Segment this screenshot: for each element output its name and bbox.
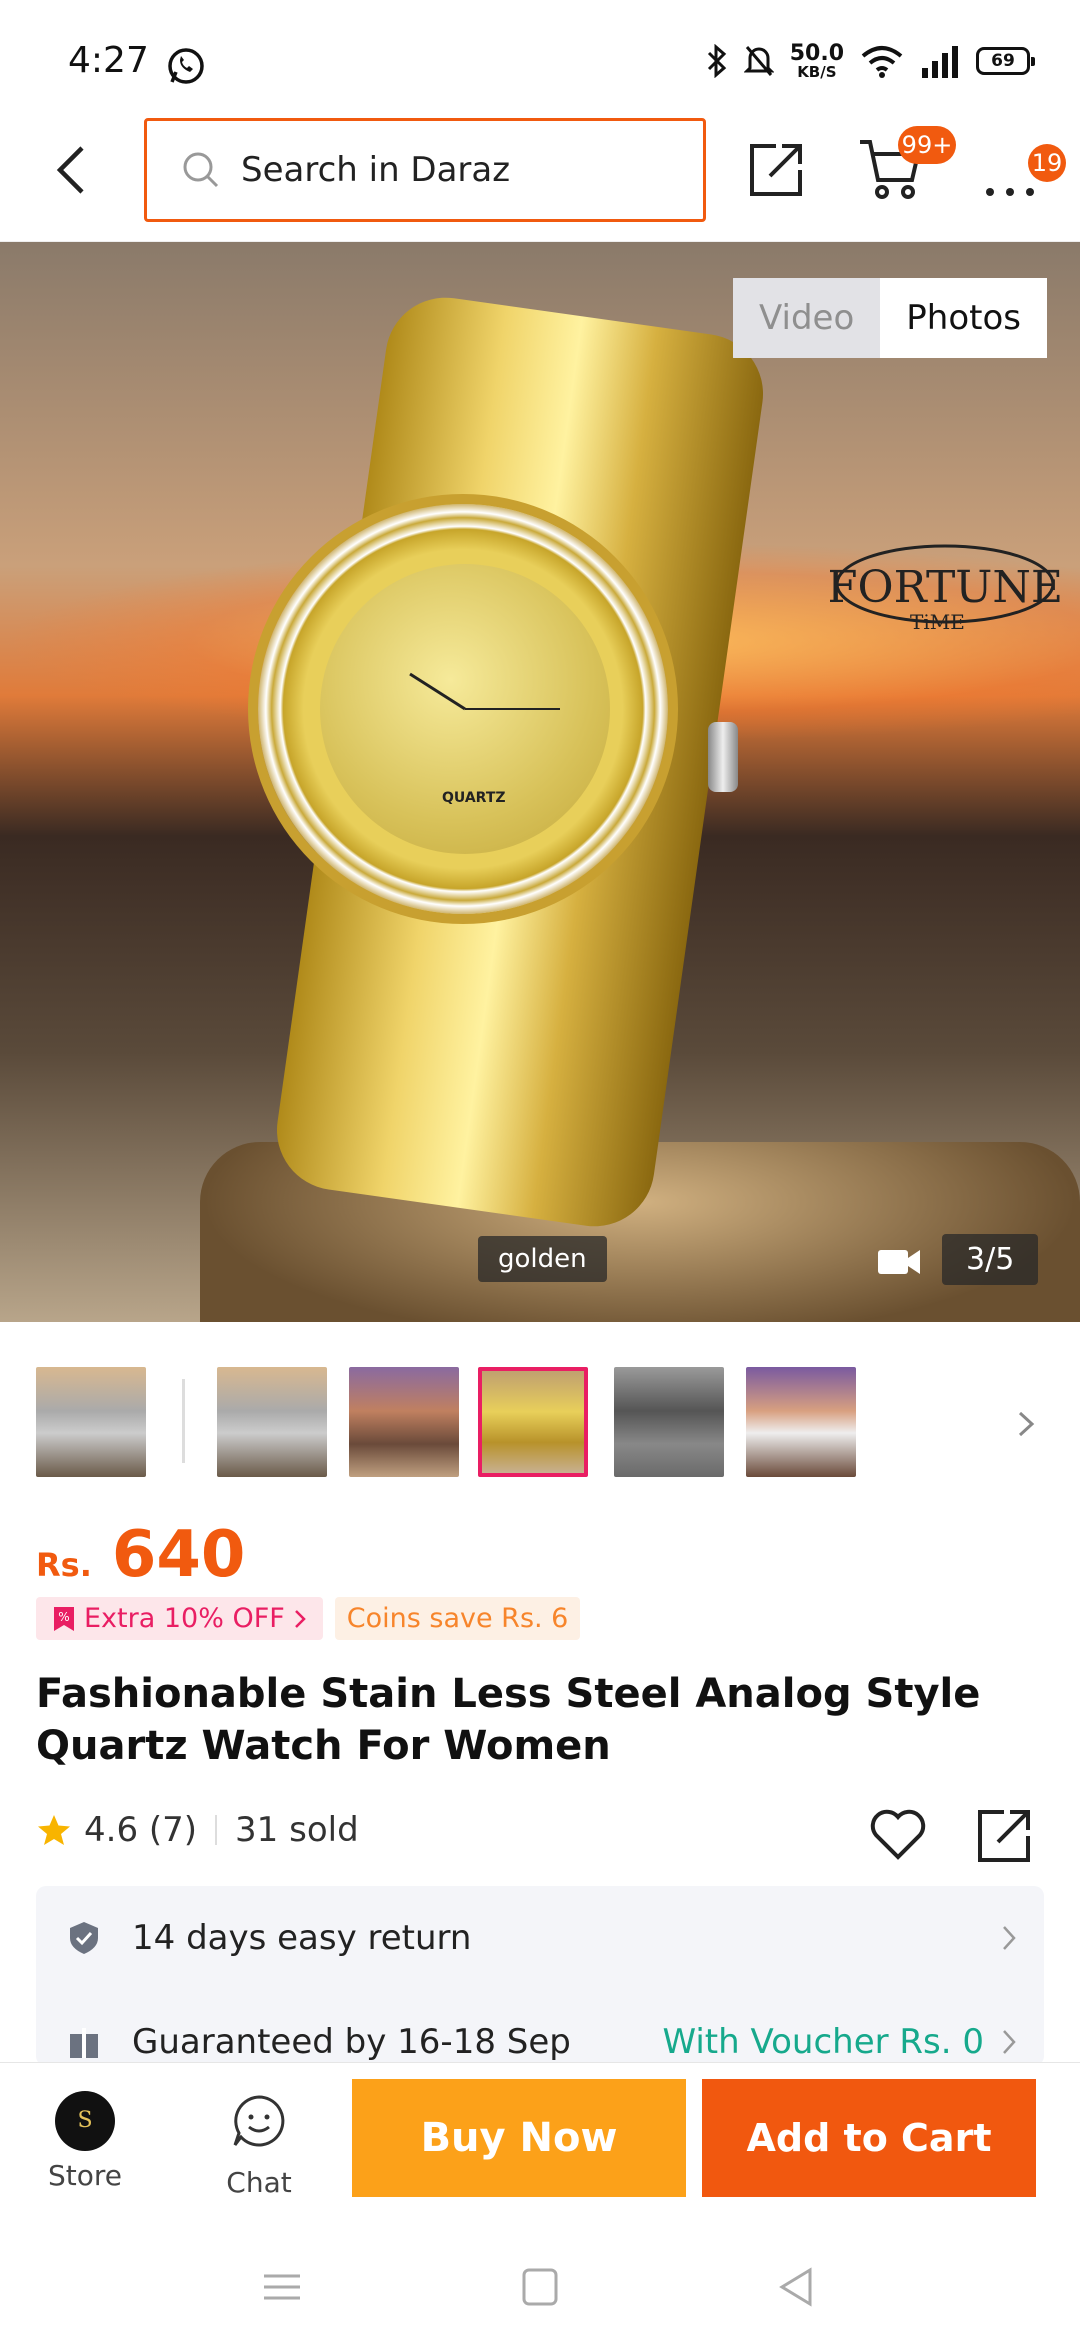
tab-video[interactable]: Video: [733, 278, 881, 358]
menu-icon[interactable]: [258, 2264, 306, 2310]
price-currency: Rs.: [36, 1546, 92, 1584]
video-camera-icon[interactable]: [876, 1246, 922, 1278]
wishlist-heart-icon[interactable]: [868, 1805, 928, 1861]
rating-value: 4.6 (7): [84, 1810, 198, 1850]
price: Rs. 640: [36, 1518, 245, 1592]
delivery-label: Guaranteed by 16-18 Sep: [132, 2022, 571, 2062]
svg-text:%: %: [58, 1610, 69, 1624]
thumbnail-golden[interactable]: [478, 1367, 588, 1477]
image-counter: 3/5: [942, 1234, 1039, 1285]
battery-icon: 69: [976, 47, 1035, 75]
share-icon[interactable]: [976, 1806, 1036, 1864]
shield-check-icon: [70, 1922, 98, 1954]
sold-count: 31 sold: [235, 1810, 359, 1850]
return-policy-row[interactable]: 14 days easy return: [36, 1886, 1044, 1990]
star-icon: [38, 1815, 70, 1845]
status-bar: 4:27 50.0 KB/S 69: [0, 0, 1080, 116]
rating-divider: [215, 1815, 218, 1845]
net-speed-value: 50.0: [789, 40, 844, 66]
variant-label: golden: [478, 1236, 607, 1282]
system-nav-bar: [0, 2234, 1080, 2340]
more-badge: 19: [1028, 144, 1066, 182]
thumbnail-black[interactable]: [614, 1367, 724, 1477]
back-arrow-icon[interactable]: [48, 140, 98, 200]
thumbnail-silver[interactable]: [36, 1367, 146, 1477]
signal-icon: [922, 46, 958, 78]
extra-discount-tag[interactable]: % Extra 10% OFF: [36, 1597, 323, 1640]
chat-label: Chat: [226, 2166, 292, 2199]
wifi-icon: [861, 46, 903, 78]
status-icons: 50.0 KB/S 69: [706, 36, 1035, 86]
rating-row[interactable]: 4.6 (7) 31 sold: [36, 1810, 359, 1850]
brand-logo-text: FORTUNE: [830, 562, 1060, 613]
status-time: 4:27: [68, 40, 149, 81]
delivery-row[interactable]: Guaranteed by 16-18 Sep With Voucher Rs.…: [36, 1990, 1044, 2066]
media-tabs: Video Photos: [733, 278, 1047, 358]
net-speed-unit: KB/S: [797, 62, 837, 81]
delivery-box-icon: [70, 2028, 98, 2058]
bottom-action-bar: S Store Chat Buy Now Add to Cart: [0, 2062, 1080, 2234]
store-label: Store: [47, 2159, 122, 2192]
tab-photos[interactable]: Photos: [880, 278, 1047, 358]
back-icon[interactable]: [772, 2264, 820, 2310]
thumbnail-rose[interactable]: [349, 1367, 459, 1477]
return-policy-label: 14 days easy return: [132, 1918, 472, 1958]
chevron-right-icon[interactable]: [1014, 1407, 1038, 1441]
store-button[interactable]: S Store: [20, 2091, 150, 2192]
cart-badge: 99+: [898, 126, 956, 164]
product-title: Fashionable Stain Less Steel Analog Styl…: [36, 1671, 981, 1769]
extra-discount-label: Extra 10% OFF: [84, 1603, 285, 1634]
top-bar: Search in Daraz 99+ 19: [0, 116, 1080, 242]
thumbnail-divider: [182, 1379, 185, 1463]
cart-button[interactable]: 99+: [858, 126, 956, 210]
buy-now-button[interactable]: Buy Now: [352, 2079, 686, 2197]
search-icon: [183, 152, 219, 188]
search-input[interactable]: Search in Daraz: [144, 118, 706, 222]
thumbnail-silver-2[interactable]: [217, 1367, 327, 1477]
brand-logo: FORTUNE TiME: [827, 504, 1063, 644]
watch-crown: [708, 722, 738, 792]
bluetooth-icon: [707, 44, 726, 78]
more-button[interactable]: 19: [982, 140, 1066, 200]
chevron-right-icon: [1003, 1926, 1016, 1950]
net-speed: 50.0 KB/S: [789, 40, 844, 81]
whatsapp-icon: [168, 48, 204, 84]
home-icon[interactable]: [516, 2264, 564, 2310]
mute-icon: [743, 46, 774, 76]
chat-icon: [233, 2095, 285, 2147]
store-logo: S: [55, 2091, 115, 2151]
brand-logo-sub: TiME: [910, 610, 965, 634]
promo-tags: % Extra 10% OFF Coins save Rs. 6: [36, 1597, 581, 1640]
discount-tag-icon: %: [54, 1606, 74, 1631]
add-to-cart-button[interactable]: Add to Cart: [702, 2079, 1036, 2197]
chevron-right-icon: [294, 1609, 306, 1628]
thumbnail-strip: [36, 1367, 1056, 1479]
price-value: 640: [111, 1518, 246, 1592]
chevron-right-icon: [1003, 2030, 1016, 2054]
coins-save-tag[interactable]: Coins save Rs. 6: [334, 1597, 581, 1640]
voucher-label: With Voucher Rs. 0: [662, 2022, 984, 2062]
service-info: 14 days easy return Guaranteed by 16-18 …: [36, 1886, 1044, 2066]
search-placeholder: Search in Daraz: [241, 150, 511, 190]
product-image[interactable]: QUARTZ FORTUNE TiME: [0, 242, 1080, 1322]
watch-hands: [409, 672, 560, 711]
chat-button[interactable]: Chat: [194, 2091, 324, 2199]
thumbnail-rose-white[interactable]: [746, 1367, 856, 1477]
share-icon[interactable]: [746, 138, 808, 200]
